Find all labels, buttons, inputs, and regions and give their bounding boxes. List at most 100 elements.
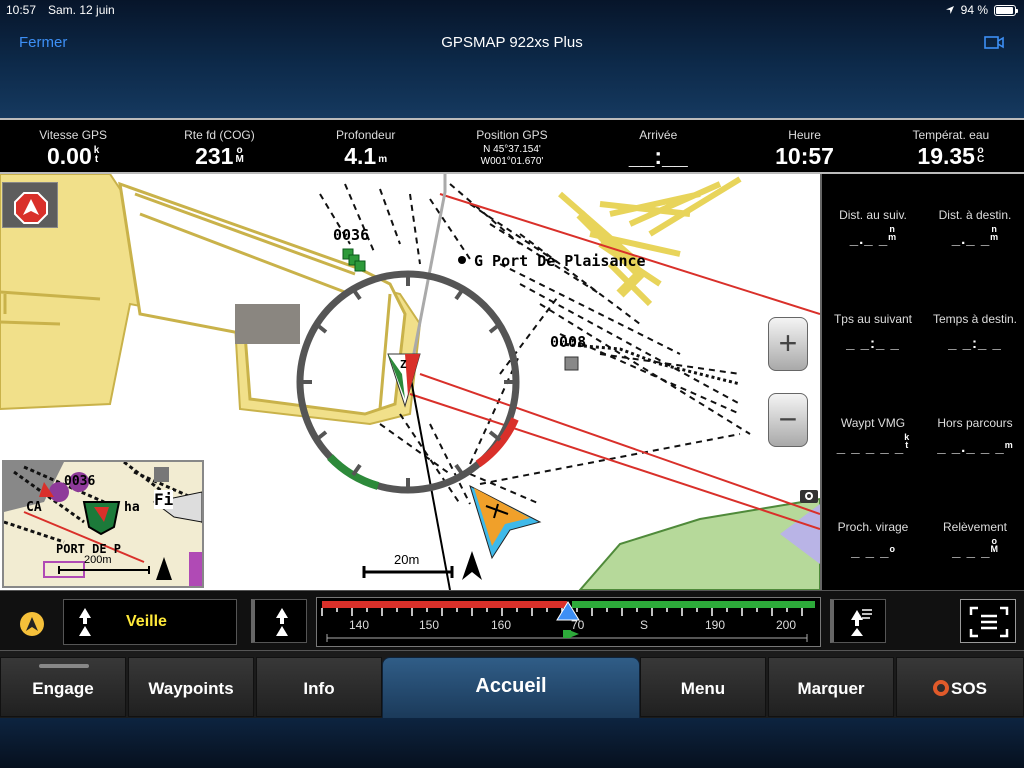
engage-label: Engage xyxy=(32,679,94,698)
video-camera-icon[interactable] xyxy=(984,35,1004,50)
status-right: 94 % xyxy=(945,3,1018,17)
side-field-bearing[interactable]: Relèvement _ _ _ o M xyxy=(924,520,1024,561)
side-field-time-next[interactable]: Tps au suivant _ _:_ _ xyxy=(822,312,924,353)
tape-label-200: 200 xyxy=(776,618,797,632)
side-field-label: Dist. au suiv. xyxy=(839,208,907,222)
field-gps-speed[interactable]: Vitesse GPS 0.00 k t xyxy=(0,120,146,172)
autopilot-mode-box[interactable]: Veille xyxy=(63,599,237,645)
location-arrow-icon xyxy=(945,6,954,14)
side-field-unit: oM xyxy=(990,536,998,554)
field-value: 4.1 xyxy=(344,143,377,169)
field-label: Vitesse GPS xyxy=(39,128,108,142)
sailing-octagon-icon xyxy=(14,192,48,224)
navigation-status-icon[interactable] xyxy=(20,612,44,636)
side-field-value: _ _ _ xyxy=(851,543,890,560)
north-arrow-icon xyxy=(462,551,482,580)
port-marker xyxy=(458,256,466,264)
mark-label: Marquer xyxy=(797,679,865,698)
zoom-in-button[interactable]: + xyxy=(768,317,808,371)
tape-label-170: 70 xyxy=(571,618,585,632)
field-value: 19.35 xyxy=(917,143,975,169)
data-bar: Vitesse GPS 0.00 k t Rte fd (COG) 231 o M Pr… xyxy=(0,118,1024,174)
tape-label-160: 160 xyxy=(491,618,512,632)
menu-label: Menu xyxy=(680,679,726,698)
fullscreen-menu-icon xyxy=(969,606,1009,638)
side-field-value: _ _ _ _ _ xyxy=(836,439,905,456)
inset-ha-label: ha xyxy=(124,500,140,515)
side-field-time-dest[interactable]: Temps à destin. _ _:_ _ xyxy=(924,312,1024,353)
side-field-value: _ _:_ _ xyxy=(846,335,900,352)
field-label: Arrivée xyxy=(639,128,678,142)
bottom-nav: Engage Waypoints Info Menu Marquer SOS A… xyxy=(0,650,1024,719)
field-label: Rte fd (COG) xyxy=(184,128,255,142)
field-label: Heure xyxy=(788,128,821,142)
wind-hold-button[interactable] xyxy=(830,599,886,643)
side-field-value: _ _._ _ _ xyxy=(937,439,1005,456)
heading-button[interactable] xyxy=(251,599,307,643)
chart-map[interactable]: 0036 G Port De Plaisance 0008 Z 20m + − xyxy=(0,174,820,590)
status-time: 10:57 xyxy=(6,3,37,17)
compass-tape-canvas xyxy=(321,601,815,642)
side-field-unit: kt xyxy=(904,432,910,450)
waypoint-0008-marker xyxy=(564,356,579,371)
compass-tape[interactable]: 140 150 160 70 S 190 200 xyxy=(316,597,821,647)
sailing-button[interactable] xyxy=(2,182,58,228)
field-gps-position[interactable]: Position GPS N 45°37.154' W001°01.670' xyxy=(439,120,585,172)
field-time[interactable]: Heure 10:57 xyxy=(731,120,877,172)
waypoints-label: Waypoints xyxy=(148,679,234,698)
top-bar: 10:57 Sam. 12 juin 94 % Fermer GPSMAP 92… xyxy=(0,0,1024,118)
latitude-value: N 45°37.154' xyxy=(483,144,541,155)
scale-label: 20m xyxy=(394,552,420,567)
side-field-vmg[interactable]: Waypt VMG _ _ _ _ _ k t xyxy=(822,416,924,457)
waypoint-0008-label[interactable]: 0008 xyxy=(550,333,586,351)
side-field-label: Tps au suivant xyxy=(833,312,913,326)
side-field-dist-next[interactable]: Dist. au suiv. _._ _ n m xyxy=(822,208,924,249)
side-field-dist-dest[interactable]: Dist. à destin. _._ _ n m xyxy=(924,208,1024,249)
waypoints-button[interactable]: Waypoints xyxy=(128,657,254,717)
side-field-next-turn[interactable]: Proch. virage _ _ _ o xyxy=(822,520,924,561)
side-field-value: _ _:_ _ xyxy=(948,335,1002,352)
field-value: 0.00 xyxy=(46,143,92,169)
info-button[interactable]: Info xyxy=(256,657,382,717)
field-depth[interactable]: Profondeur 4.1 m xyxy=(293,120,439,172)
status-date: Sam. 12 juin xyxy=(48,3,115,17)
mark-button[interactable]: Marquer xyxy=(768,657,894,717)
boat-label: Z xyxy=(400,358,407,371)
field-cog[interactable]: Rte fd (COG) 231 o M xyxy=(146,120,292,172)
field-arrival[interactable]: Arrivée __:__ xyxy=(585,120,731,172)
sos-button[interactable]: SOS xyxy=(896,657,1024,717)
heading-arrow-icon xyxy=(276,608,288,636)
waypoint-0036-marker-c xyxy=(354,260,366,272)
home-button[interactable]: Accueil xyxy=(382,657,640,719)
camera-icon xyxy=(800,490,818,503)
side-field-value: _._ _ xyxy=(951,231,991,248)
side-field-unit: nm xyxy=(888,224,897,242)
engage-button[interactable]: Engage xyxy=(0,657,126,717)
menu-button[interactable]: Menu xyxy=(640,657,766,717)
scale-bar xyxy=(362,566,454,578)
field-water-temp[interactable]: Températ. eau 19.35 o C xyxy=(878,120,1024,172)
arrow-up-icon xyxy=(79,608,91,636)
side-field-off-course[interactable]: Hors parcours _ _._ _ _ m xyxy=(924,416,1024,457)
field-label: Températ. eau xyxy=(912,128,990,142)
side-field-label: Waypt VMG xyxy=(840,416,906,430)
overview-inset[interactable]: 0036 CA ha Fi PORT DE P 200m xyxy=(2,460,204,588)
lifebuoy-icon xyxy=(933,680,950,696)
inset-scale-label: 200m xyxy=(84,554,112,566)
field-unit: kt xyxy=(93,145,100,165)
pier-photo xyxy=(235,304,300,344)
field-label: Position GPS xyxy=(476,128,548,142)
tape-label-150: 150 xyxy=(419,618,440,632)
waypoint-0036-label[interactable]: 0036 xyxy=(333,226,369,244)
side-field-label: Hors parcours xyxy=(937,416,1013,430)
field-unit: m xyxy=(378,154,388,165)
field-unit: oM xyxy=(235,145,244,165)
zoom-out-button[interactable]: − xyxy=(768,393,808,447)
screen-layout-button[interactable] xyxy=(960,599,1016,643)
side-field-label: Dist. à destin. xyxy=(938,208,1012,222)
side-field-value: _ _ _ xyxy=(952,543,991,560)
side-field-unit: m xyxy=(1004,440,1013,450)
side-field-value: _._ _ xyxy=(849,231,889,248)
side-data-panel: Dist. au suiv. _._ _ n m Dist. à destin. _… xyxy=(820,174,1024,590)
field-label: Profondeur xyxy=(336,128,396,142)
